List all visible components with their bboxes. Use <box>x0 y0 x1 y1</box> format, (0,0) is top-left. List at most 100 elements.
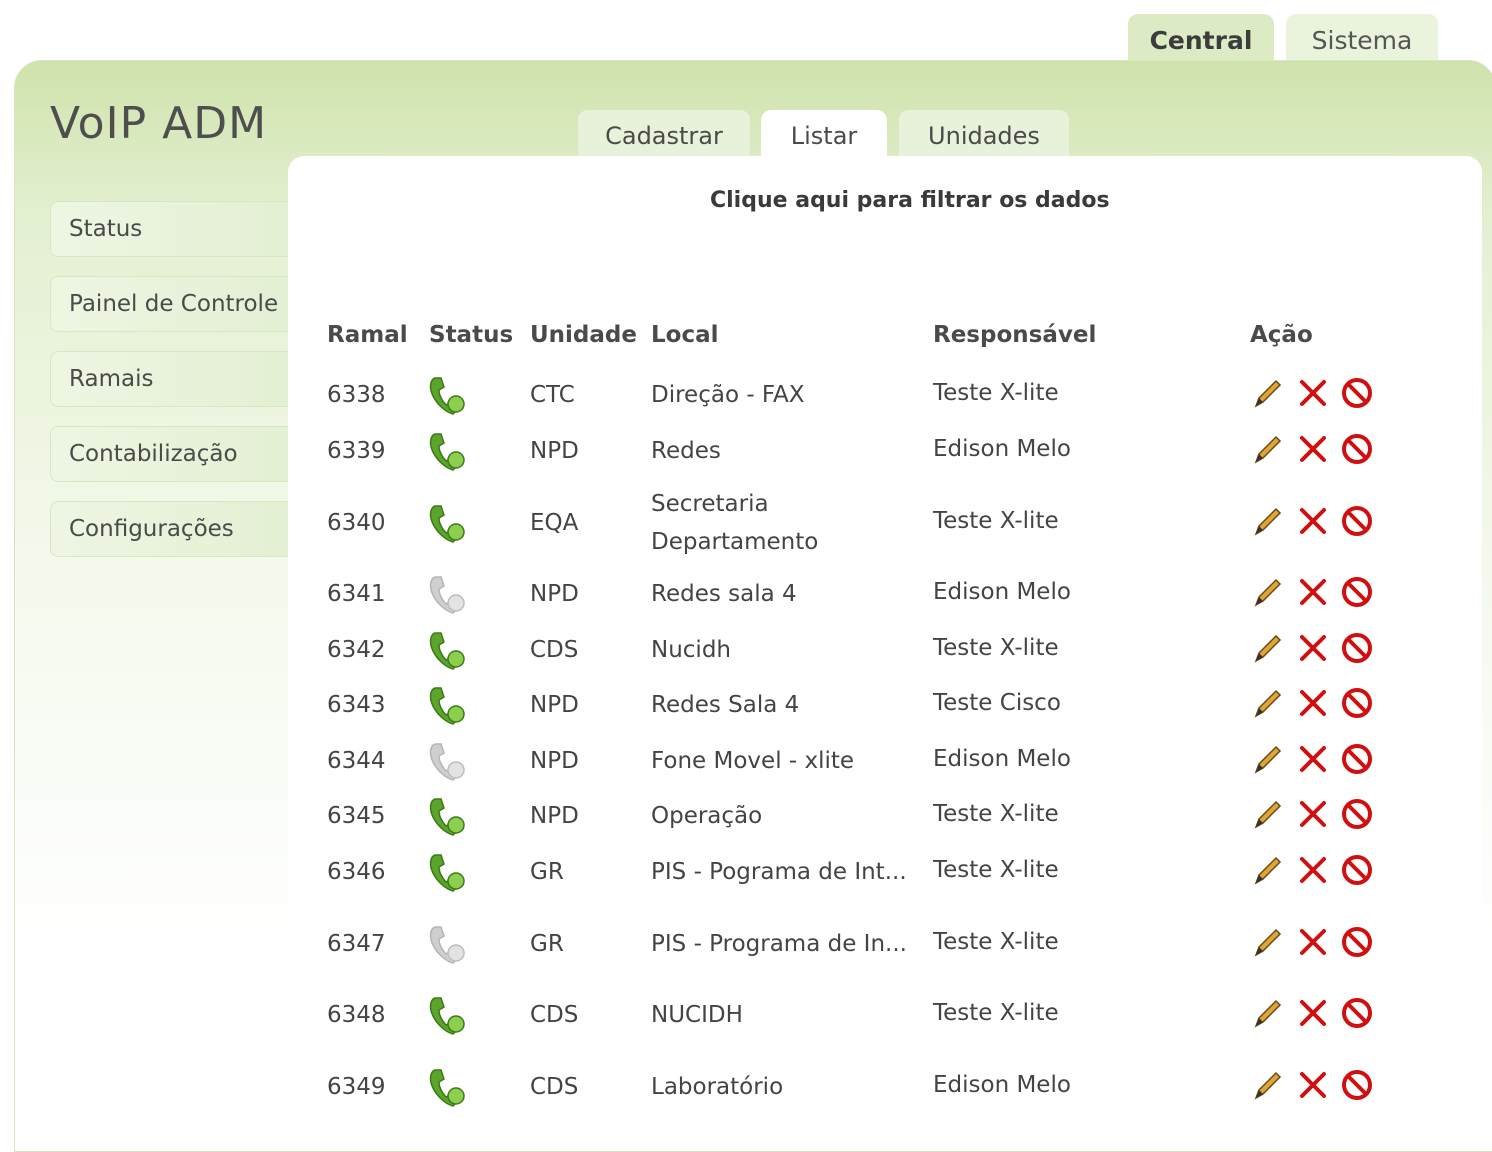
responsavel-cell: Teste X-lite <box>933 929 1059 955</box>
sidebar-item-configuracoes[interactable]: Configurações <box>50 501 300 557</box>
sidebar-item-label: Ramais <box>69 366 154 392</box>
phone-offline-icon <box>429 576 465 614</box>
unidade-cell: CDS <box>530 637 579 663</box>
x-icon[interactable] <box>1296 686 1330 720</box>
sidebar-item-contabilizacao[interactable]: Contabilização <box>50 426 300 482</box>
responsavel-cell: Teste X-lite <box>933 508 1059 534</box>
sidebar-item-label: Status <box>69 216 143 242</box>
block-icon[interactable] <box>1340 742 1374 776</box>
block-icon[interactable] <box>1340 504 1374 538</box>
pencil-icon[interactable] <box>1250 376 1284 410</box>
block-icon[interactable] <box>1340 376 1374 410</box>
app-logo: VoIP ADM <box>50 98 268 149</box>
unidade-cell: NPD <box>530 748 579 774</box>
header-status[interactable]: Status <box>429 322 513 348</box>
phone-online-icon <box>429 798 465 836</box>
ramal-cell: 6343 <box>327 692 386 718</box>
block-icon[interactable] <box>1340 797 1374 831</box>
unidade-cell: NPD <box>530 581 579 607</box>
x-icon[interactable] <box>1296 376 1330 410</box>
tab-central[interactable]: Central <box>1128 14 1274 66</box>
header-unidade[interactable]: Unidade <box>530 322 637 348</box>
sidebar-item-status[interactable]: Status <box>50 201 300 257</box>
block-icon[interactable] <box>1340 631 1374 665</box>
local-cell: Direção - FAX <box>651 382 805 408</box>
ramal-cell: 6342 <box>327 637 386 663</box>
local-cell: Redes Sala 4 <box>651 692 800 718</box>
ramal-cell: 6345 <box>327 803 386 829</box>
unidade-cell: EQA <box>530 510 579 536</box>
phone-online-icon <box>429 687 465 725</box>
tab-unidades[interactable]: Unidades <box>899 110 1069 162</box>
x-icon[interactable] <box>1296 432 1330 466</box>
ramal-cell: 6348 <box>327 1002 386 1028</box>
responsavel-cell: Edison Melo <box>933 1072 1071 1098</box>
block-icon[interactable] <box>1340 432 1374 466</box>
unidade-cell: GR <box>530 859 564 885</box>
block-icon[interactable] <box>1340 686 1374 720</box>
tab-cadastrar[interactable]: Cadastrar <box>578 110 750 162</box>
unidade-cell: CTC <box>530 382 575 408</box>
tab-listar[interactable]: Listar <box>761 110 887 162</box>
x-icon[interactable] <box>1296 996 1330 1030</box>
responsavel-cell: Teste X-lite <box>933 1000 1059 1026</box>
pencil-icon[interactable] <box>1250 1068 1284 1102</box>
phone-offline-icon <box>429 743 465 781</box>
filter-link[interactable]: Clique aqui para filtrar os dados <box>710 188 1110 213</box>
local-cell: Laboratório <box>651 1074 784 1100</box>
sidebar-item-label: Painel de Controle <box>69 291 279 317</box>
responsavel-cell: Edison Melo <box>933 746 1071 772</box>
phone-online-icon <box>429 433 465 471</box>
x-icon[interactable] <box>1296 1068 1330 1102</box>
local-cell: NUCIDH <box>651 1002 743 1028</box>
x-icon[interactable] <box>1296 575 1330 609</box>
unidade-cell: NPD <box>530 803 579 829</box>
phone-online-icon <box>429 505 465 543</box>
pencil-icon[interactable] <box>1250 686 1284 720</box>
local-cell: PIS - Programa de In... <box>651 931 907 957</box>
header-acao: Ação <box>1250 322 1313 348</box>
local-cell: Secretaria <box>651 491 769 517</box>
tab-sistema[interactable]: Sistema <box>1286 14 1438 66</box>
local-cell: Redes sala 4 <box>651 581 797 607</box>
pencil-icon[interactable] <box>1250 797 1284 831</box>
local-cell: Fone Movel - xlite <box>651 748 855 774</box>
pencil-icon[interactable] <box>1250 575 1284 609</box>
pencil-icon[interactable] <box>1250 742 1284 776</box>
responsavel-cell: Edison Melo <box>933 436 1071 462</box>
x-icon[interactable] <box>1296 504 1330 538</box>
phone-online-icon <box>429 1069 465 1107</box>
x-icon[interactable] <box>1296 742 1330 776</box>
unidade-cell: NPD <box>530 438 579 464</box>
unidade-cell: NPD <box>530 692 579 718</box>
x-icon[interactable] <box>1296 853 1330 887</box>
ramal-cell: 6349 <box>327 1074 386 1100</box>
ramal-cell: 6344 <box>327 748 386 774</box>
pencil-icon[interactable] <box>1250 996 1284 1030</box>
local-cell: PIS - Pograma de Int... <box>651 859 907 885</box>
block-icon[interactable] <box>1340 996 1374 1030</box>
unidade-cell: CDS <box>530 1002 579 1028</box>
phone-online-icon <box>429 632 465 670</box>
phone-online-icon <box>429 377 465 415</box>
header-responsavel[interactable]: Responsável <box>933 322 1096 348</box>
x-icon[interactable] <box>1296 797 1330 831</box>
header-ramal[interactable]: Ramal <box>327 322 408 348</box>
x-icon[interactable] <box>1296 925 1330 959</box>
responsavel-cell: Teste X-lite <box>933 380 1059 406</box>
block-icon[interactable] <box>1340 853 1374 887</box>
unidade-cell: CDS <box>530 1074 579 1100</box>
pencil-icon[interactable] <box>1250 925 1284 959</box>
phone-offline-icon <box>429 926 465 964</box>
sidebar-item-ramais[interactable]: Ramais <box>50 351 300 407</box>
pencil-icon[interactable] <box>1250 432 1284 466</box>
block-icon[interactable] <box>1340 1068 1374 1102</box>
pencil-icon[interactable] <box>1250 504 1284 538</box>
x-icon[interactable] <box>1296 631 1330 665</box>
pencil-icon[interactable] <box>1250 631 1284 665</box>
header-local[interactable]: Local <box>651 322 719 348</box>
block-icon[interactable] <box>1340 925 1374 959</box>
pencil-icon[interactable] <box>1250 853 1284 887</box>
block-icon[interactable] <box>1340 575 1374 609</box>
sidebar-item-painel-de-controle[interactable]: Painel de Controle <box>50 276 300 332</box>
